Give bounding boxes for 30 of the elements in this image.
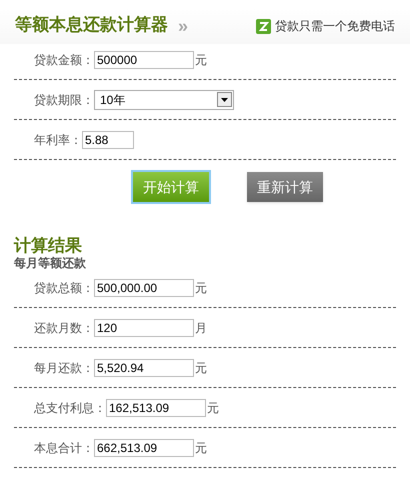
input-field[interactable]: 662,513.09 bbox=[94, 438, 194, 456]
input-field[interactable]: 162,513.09 bbox=[106, 398, 206, 416]
reset-button[interactable]: 重新计算 bbox=[247, 172, 323, 202]
unit-label: 元 bbox=[195, 280, 207, 296]
unit-label: 元 bbox=[195, 440, 207, 456]
results-title: 计算结果 bbox=[14, 236, 83, 256]
period-select[interactable]: 10年 bbox=[94, 90, 234, 110]
field-label: 本息合计： bbox=[34, 440, 94, 456]
hotline-link[interactable]: 贷款只需一个免费电话 bbox=[275, 17, 395, 35]
phone-logo-icon bbox=[256, 18, 271, 34]
input-field[interactable]: 500,000.00 bbox=[94, 278, 194, 296]
unit-label: 元 bbox=[195, 360, 207, 376]
unit-label: 元 bbox=[207, 400, 219, 416]
unit-label: 月 bbox=[195, 320, 207, 336]
field-label: 还款月数： bbox=[34, 320, 94, 336]
input-field[interactable]: 5.88 bbox=[82, 130, 134, 148]
field-label: 每月还款： bbox=[34, 360, 94, 376]
dropdown-icon bbox=[217, 92, 232, 107]
calculator-title: 等额本息还款计算器 bbox=[15, 14, 168, 38]
results-subtitle: 每月等额还款 bbox=[14, 256, 87, 270]
input-field[interactable]: 5,520.94 bbox=[94, 358, 194, 376]
chevron-icon: » bbox=[178, 12, 188, 40]
input-field[interactable]: 500000 bbox=[94, 50, 194, 68]
field-label: 总支付利息： bbox=[34, 400, 106, 416]
field-label: 贷款期限： bbox=[34, 92, 94, 108]
unit-label: 元 bbox=[195, 52, 207, 68]
field-label: 贷款总额： bbox=[34, 280, 94, 296]
input-field[interactable]: 120 bbox=[94, 318, 194, 336]
field-label: 年利率： bbox=[34, 132, 82, 148]
field-label: 贷款金额： bbox=[34, 52, 94, 68]
